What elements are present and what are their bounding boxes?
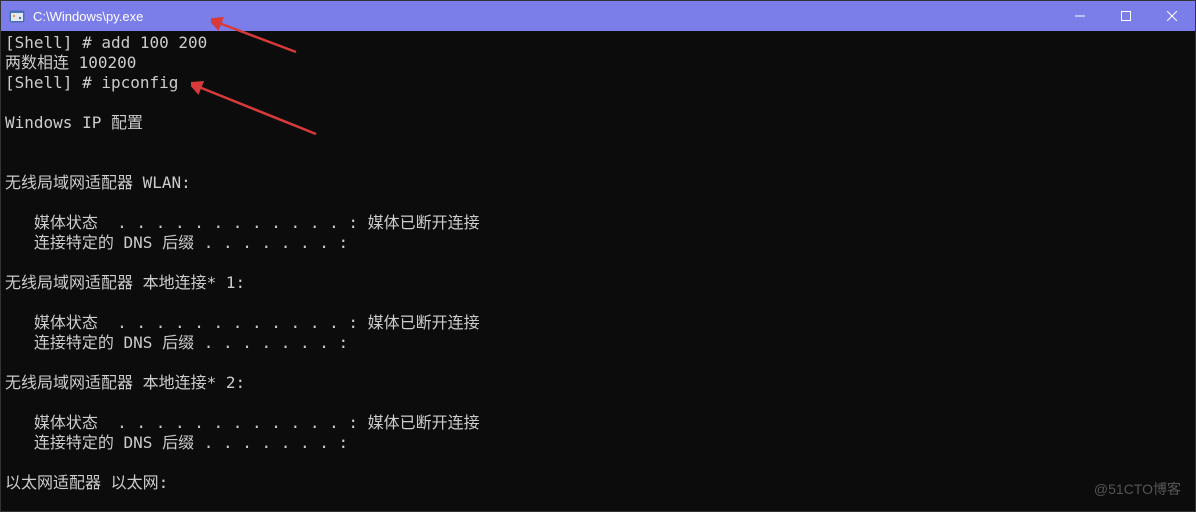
titlebar[interactable]: C:\Windows\py.exe <box>1 1 1195 31</box>
window-title: C:\Windows\py.exe <box>33 9 1057 24</box>
close-button[interactable] <box>1149 1 1195 31</box>
minimize-button[interactable] <box>1057 1 1103 31</box>
app-icon <box>9 8 25 24</box>
window-controls <box>1057 1 1195 31</box>
console-window: C:\Windows\py.exe [Shell] # add 100 200 … <box>0 0 1196 512</box>
maximize-button[interactable] <box>1103 1 1149 31</box>
terminal-output[interactable]: [Shell] # add 100 200 两数相连 100200 [Shell… <box>1 31 1195 511</box>
watermark: @51CTO博客 <box>1094 479 1181 499</box>
